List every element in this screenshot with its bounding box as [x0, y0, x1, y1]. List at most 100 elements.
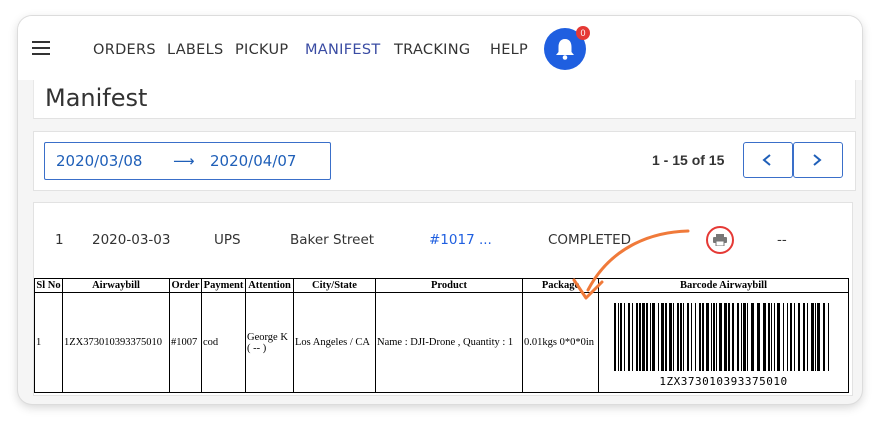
- slip-header: Barcode Airwaybill: [598, 278, 849, 293]
- barcode: 1ZX373010393375010: [606, 297, 842, 389]
- barcode-bar: [767, 302, 770, 371]
- slip-package: 0.01kgs 0*0*0in: [522, 292, 599, 393]
- manifest-slip-table: Sl No Airwaybill Order Payment Attention…: [34, 278, 849, 393]
- barcode-bar: [617, 302, 619, 371]
- next-page-button[interactable]: [793, 142, 843, 178]
- nav-tracking[interactable]: TRACKING: [394, 42, 470, 58]
- barcode-bar: [740, 302, 742, 371]
- slip-header: Payment: [201, 278, 246, 293]
- barcode-bar: [814, 302, 816, 371]
- row-order-link[interactable]: #1017 ...: [429, 232, 492, 248]
- nav-manifest[interactable]: MANIFEST: [305, 42, 381, 58]
- barcode-text: 1ZX373010393375010: [659, 374, 788, 388]
- slip-header: City/State: [293, 278, 376, 293]
- row-index: 1: [55, 232, 64, 248]
- barcode-bar: [645, 302, 648, 371]
- slip-header: Package: [522, 278, 599, 293]
- slip-header: Product: [375, 278, 523, 293]
- prev-page-button[interactable]: [743, 142, 793, 178]
- barcode-bar: [750, 302, 754, 371]
- print-manifest-button[interactable]: [706, 226, 734, 254]
- barcode-bar: [776, 302, 780, 371]
- barcode-bar: [710, 302, 712, 371]
- barcode-bar: [664, 302, 667, 371]
- pagination-count: 1 - 15 of 15: [652, 152, 725, 168]
- barcode-bar: [638, 302, 641, 371]
- chevron-left-icon: [762, 154, 771, 166]
- slip-sl-no: 1: [34, 292, 63, 393]
- barcode-bar: [723, 302, 727, 371]
- barcode-bar: [698, 302, 701, 371]
- barcode-bar: [641, 302, 645, 371]
- date-from: 2020/03/08: [56, 152, 143, 170]
- barcode-bar: [793, 302, 795, 371]
- barcode-bar: [627, 302, 630, 371]
- date-to: 2020/04/07: [210, 152, 297, 170]
- slip-header: Airwaybill: [62, 278, 170, 293]
- slip-order: #1007: [169, 292, 202, 393]
- barcode-icon: [613, 302, 829, 371]
- barcode-bar: [802, 302, 805, 371]
- notification-badge: 0: [576, 26, 590, 40]
- slip-barcode-cell: 1ZX373010393375010: [598, 292, 849, 393]
- printer-icon: [713, 234, 727, 246]
- barcode-bar: [619, 302, 622, 371]
- barcode-bar: [782, 302, 784, 371]
- barcode-bar: [773, 302, 775, 371]
- barcode-bar: [649, 302, 651, 371]
- slip-header: Attention: [245, 278, 294, 293]
- barcode-bar: [786, 302, 788, 371]
- barcode-bar: [672, 302, 674, 371]
- barcode-bar: [770, 302, 772, 371]
- bell-icon: [556, 39, 574, 60]
- barcode-bar: [660, 302, 664, 371]
- barcode-bar: [827, 302, 829, 371]
- slip-header: Sl No: [34, 278, 63, 293]
- barcode-bar: [789, 302, 792, 371]
- slip-attention-note: ( -- ): [247, 342, 267, 354]
- barcode-bar: [816, 302, 820, 371]
- barcode-bar: [635, 302, 638, 371]
- hamburger-icon[interactable]: [32, 41, 50, 55]
- barcode-bar: [694, 302, 696, 371]
- barcode-bar: [657, 302, 659, 371]
- slip-payment: cod: [201, 292, 246, 393]
- barcode-bar: [742, 302, 746, 371]
- barcode-bar: [797, 302, 800, 371]
- barcode-bar: [810, 302, 814, 371]
- barcode-bar: [715, 302, 717, 371]
- barcode-bar: [651, 302, 655, 371]
- nav-help[interactable]: HELP: [490, 42, 528, 58]
- barcode-bar: [736, 302, 739, 371]
- barcode-bar: [762, 302, 766, 371]
- app-window: ORDERS LABELS PICKUP MANIFEST TRACKING H…: [18, 16, 862, 404]
- chevron-right-icon: [813, 154, 822, 166]
- slip-city-state: Los Angeles / CA: [293, 292, 376, 393]
- barcode-bar: [822, 302, 825, 371]
- manifest-row: 1 2020-03-03 UPS Baker Street #1017 ... …: [33, 202, 853, 396]
- barcode-bar: [679, 302, 682, 371]
- barcode-bar: [746, 302, 748, 371]
- nav-orders[interactable]: ORDERS: [93, 42, 156, 58]
- barcode-bar: [676, 302, 679, 371]
- barcode-bar: [806, 302, 808, 371]
- barcode-bar: [731, 302, 734, 371]
- barcode-bar: [613, 302, 616, 371]
- page-title: Manifest: [45, 84, 148, 112]
- date-range-picker[interactable]: 2020/03/08 ⟶ 2020/04/07: [44, 142, 331, 180]
- nav-labels[interactable]: LABELS: [167, 42, 224, 58]
- slip-product: Name : DJI-Drone , Quantity : 1: [375, 292, 523, 393]
- barcode-bar: [623, 302, 625, 371]
- row-status: COMPLETED: [548, 232, 632, 248]
- row-carrier: UPS: [214, 232, 241, 248]
- slip-header-row: Sl No Airwaybill Order Payment Attention…: [34, 278, 849, 293]
- barcode-bar: [682, 302, 684, 371]
- barcode-bar: [631, 302, 633, 371]
- barcode-bar: [756, 302, 760, 371]
- row-extra: --: [777, 232, 787, 248]
- slip-airwaybill: 1ZX373010393375010: [62, 292, 170, 393]
- nav-pickup[interactable]: PICKUP: [235, 42, 288, 58]
- barcode-bar: [668, 302, 672, 371]
- page-header: Manifest: [33, 80, 856, 119]
- slip-attention: George K ( -- ): [245, 292, 294, 393]
